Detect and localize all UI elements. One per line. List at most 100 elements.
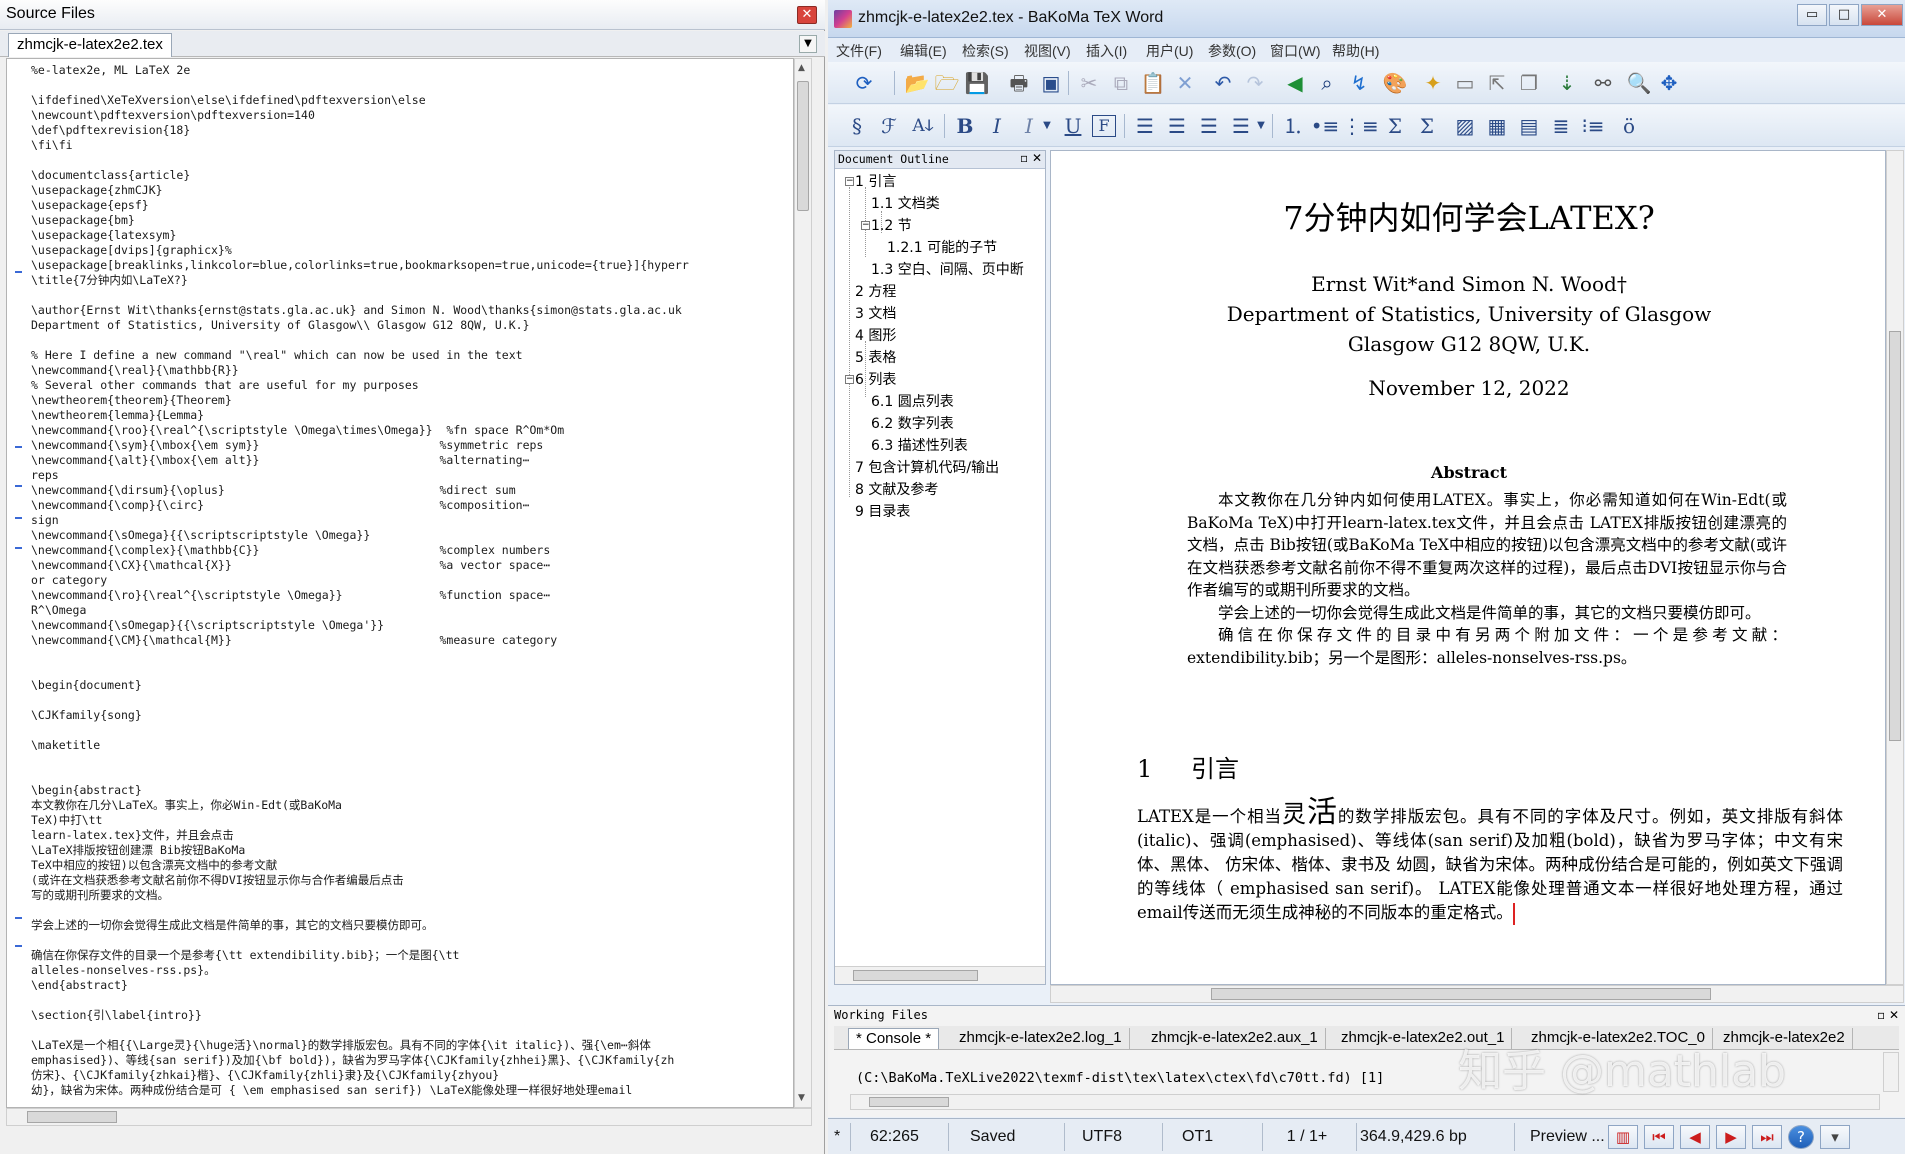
menu-insert[interactable]: 插入(I) bbox=[1086, 41, 1127, 61]
menu-params[interactable]: 参数(O) bbox=[1208, 41, 1256, 61]
print-icon[interactable]: 🖶 bbox=[1004, 69, 1034, 97]
tab-other-file[interactable]: zhmcjk-e-latex2e2 bbox=[1716, 1028, 1853, 1049]
document-preview[interactable]: 7分钟内如何学会LATEX? Ernst Wit*and Simon N. Wo… bbox=[1050, 150, 1886, 985]
next-page-icon[interactable]: ▶ bbox=[1716, 1125, 1746, 1149]
justify-icon[interactable]: ☰ bbox=[1226, 112, 1256, 140]
outline-item[interactable]: 4 图形 bbox=[855, 325, 896, 345]
move-icon[interactable]: ✥ bbox=[1654, 69, 1684, 97]
document-horizontal-scrollbar[interactable] bbox=[1050, 985, 1904, 1003]
refresh-icon[interactable]: ⟳ bbox=[842, 69, 886, 97]
outline-item[interactable]: 7 包含计算机代码/输出 bbox=[855, 457, 999, 477]
copy-icon[interactable]: ⧉ bbox=[1106, 69, 1136, 97]
fold-marker-icon[interactable] bbox=[15, 446, 22, 448]
scrollbar-thumb[interactable] bbox=[1211, 988, 1711, 1000]
outline-item[interactable]: 5 表格 bbox=[855, 347, 896, 367]
description-list-icon[interactable]: ⋮≡ bbox=[1342, 112, 1379, 140]
outline-item[interactable]: 6.1 圆点列表 bbox=[871, 391, 954, 411]
scrollbar-thumb[interactable] bbox=[27, 1111, 117, 1123]
find-binoculars-icon[interactable]: ⌕ bbox=[1312, 69, 1342, 97]
source-editor[interactable]: %e-latex2e, ML LaTeX 2e \ifdefined\XeTeXv… bbox=[6, 58, 794, 1108]
fold-marker-icon[interactable] bbox=[15, 517, 22, 519]
align-center-icon[interactable]: ☰ bbox=[1162, 112, 1192, 140]
collapse-toggle-icon[interactable]: − bbox=[845, 375, 854, 384]
chevron-down-icon[interactable]: ▼ bbox=[1040, 112, 1054, 140]
table-icon[interactable]: ▦ bbox=[1482, 112, 1512, 140]
eraser-icon[interactable]: ▭ bbox=[1450, 69, 1480, 97]
sort-icon[interactable]: ⇣ bbox=[1552, 69, 1582, 97]
maximize-button[interactable]: □ bbox=[1829, 4, 1859, 26]
bold-icon[interactable]: B bbox=[950, 112, 980, 140]
book-icon[interactable]: ▥ bbox=[1608, 1125, 1638, 1149]
menu-help[interactable]: 帮助(H) bbox=[1332, 41, 1379, 61]
folder-icon[interactable]: 🗁 bbox=[932, 69, 962, 97]
align-left-icon[interactable]: ☰ bbox=[1130, 112, 1160, 140]
close-icon[interactable]: ✕ bbox=[1889, 1008, 1899, 1022]
tab-aux-file[interactable]: zhmcjk-e-latex2e2.aux_1 bbox=[1144, 1028, 1326, 1049]
outline-item[interactable]: 6.3 描述性列表 bbox=[871, 435, 968, 455]
back-arrow-icon[interactable]: ◀ bbox=[1280, 69, 1310, 97]
fold-marker-icon[interactable] bbox=[15, 917, 22, 919]
italic-icon[interactable]: I bbox=[982, 112, 1012, 140]
outline-item[interactable]: 2 方程 bbox=[855, 281, 896, 301]
framed-text-icon[interactable]: F bbox=[1092, 115, 1116, 137]
restore-icon[interactable]: ▫ bbox=[1877, 1008, 1885, 1022]
sum-icon[interactable]: Σ bbox=[1380, 112, 1410, 140]
tab-console[interactable]: * Console * bbox=[848, 1028, 940, 1049]
outline-item[interactable]: 1.3 空白、间隔、页中断 bbox=[871, 259, 1024, 279]
collapse-toggle-icon[interactable]: − bbox=[845, 177, 854, 186]
outline-horizontal-scrollbar[interactable] bbox=[835, 966, 1045, 984]
outline-item[interactable]: 1.2 节 bbox=[871, 215, 912, 235]
outline-item[interactable]: 1.1 文档类 bbox=[871, 193, 940, 213]
console-vertical-scrollbar[interactable] bbox=[1883, 1052, 1899, 1092]
arrow-up-icon[interactable]: ▲ bbox=[798, 63, 805, 73]
menu-search[interactable]: 检索(S) bbox=[962, 41, 1009, 61]
pages-icon[interactable]: ❐ bbox=[1514, 69, 1544, 97]
chevron-down-icon[interactable]: ▼ bbox=[799, 35, 817, 53]
cut-icon[interactable]: ✂ bbox=[1074, 69, 1104, 97]
menu-edit[interactable]: 编辑(E) bbox=[900, 41, 947, 61]
close-button[interactable]: ✕ bbox=[1861, 4, 1903, 26]
menu-lines-icon[interactable]: ⁝≡ bbox=[1578, 112, 1608, 140]
last-page-icon[interactable]: ⏭ bbox=[1752, 1125, 1782, 1149]
first-page-icon[interactable]: ⏮ bbox=[1644, 1125, 1674, 1149]
numbered-list-icon[interactable]: ⒈ bbox=[1278, 112, 1308, 140]
bullet-list-icon[interactable]: •≡ bbox=[1310, 112, 1340, 140]
fold-marker-icon[interactable] bbox=[15, 485, 22, 487]
close-icon[interactable]: ✕ bbox=[797, 6, 817, 24]
outline-item[interactable]: 6.2 数字列表 bbox=[871, 413, 954, 433]
outline-item[interactable]: 9 目录表 bbox=[855, 501, 910, 521]
prev-page-icon[interactable]: ◀ bbox=[1680, 1125, 1710, 1149]
tab-out-file[interactable]: zhmcjk-e-latex2e2.out_1 bbox=[1334, 1028, 1513, 1049]
find-next-icon[interactable]: ↯ bbox=[1344, 69, 1374, 97]
delete-icon[interactable]: ✕ bbox=[1170, 69, 1200, 97]
accent-icon[interactable]: ö bbox=[1614, 112, 1644, 140]
scrollbar-thumb[interactable] bbox=[853, 970, 978, 981]
close-icon[interactable]: ✕ bbox=[1032, 151, 1042, 165]
redo-icon[interactable]: ↷ bbox=[1240, 69, 1270, 97]
console-horizontal-scrollbar[interactable] bbox=[850, 1094, 1880, 1110]
outline-item[interactable]: 1 引言 bbox=[855, 171, 896, 191]
lines-icon[interactable]: ≣ bbox=[1546, 112, 1576, 140]
fold-marker-icon[interactable] bbox=[15, 271, 22, 273]
options-icon[interactable]: ▾ bbox=[1820, 1125, 1850, 1149]
menu-user[interactable]: 用户(U) bbox=[1146, 41, 1193, 61]
arrow-down-icon[interactable]: ▼ bbox=[798, 1093, 805, 1103]
restore-icon[interactable]: ▫ bbox=[1020, 151, 1028, 165]
box-icon[interactable]: ▤ bbox=[1514, 112, 1544, 140]
menu-view[interactable]: 视图(V) bbox=[1024, 41, 1071, 61]
tab-log-file[interactable]: zhmcjk-e-latex2e2.log_1 bbox=[952, 1028, 1130, 1049]
save-icon[interactable]: 💾 bbox=[962, 69, 992, 97]
document-vertical-scrollbar[interactable] bbox=[1886, 150, 1904, 985]
source-vertical-scrollbar[interactable]: ▲ ▼ bbox=[794, 58, 812, 1108]
outline-item[interactable]: 8 文献及参考 bbox=[855, 479, 938, 499]
sum-display-icon[interactable]: Σ bbox=[1412, 112, 1442, 140]
paste-icon[interactable]: 📋 bbox=[1138, 69, 1168, 97]
outline-item[interactable]: 1.2.1 可能的子节 bbox=[887, 237, 997, 257]
source-horizontal-scrollbar[interactable] bbox=[6, 1108, 812, 1126]
outline-item[interactable]: 3 文档 bbox=[855, 303, 896, 323]
tab-source-file[interactable]: zhmcjk-e-latex2e2.tex bbox=[8, 33, 172, 57]
image-icon[interactable]: ▨ bbox=[1450, 112, 1480, 140]
menu-file[interactable]: 文件(F) bbox=[836, 41, 882, 61]
save-all-icon[interactable]: ▣ bbox=[1036, 69, 1066, 97]
underline-icon[interactable]: U bbox=[1058, 112, 1088, 140]
